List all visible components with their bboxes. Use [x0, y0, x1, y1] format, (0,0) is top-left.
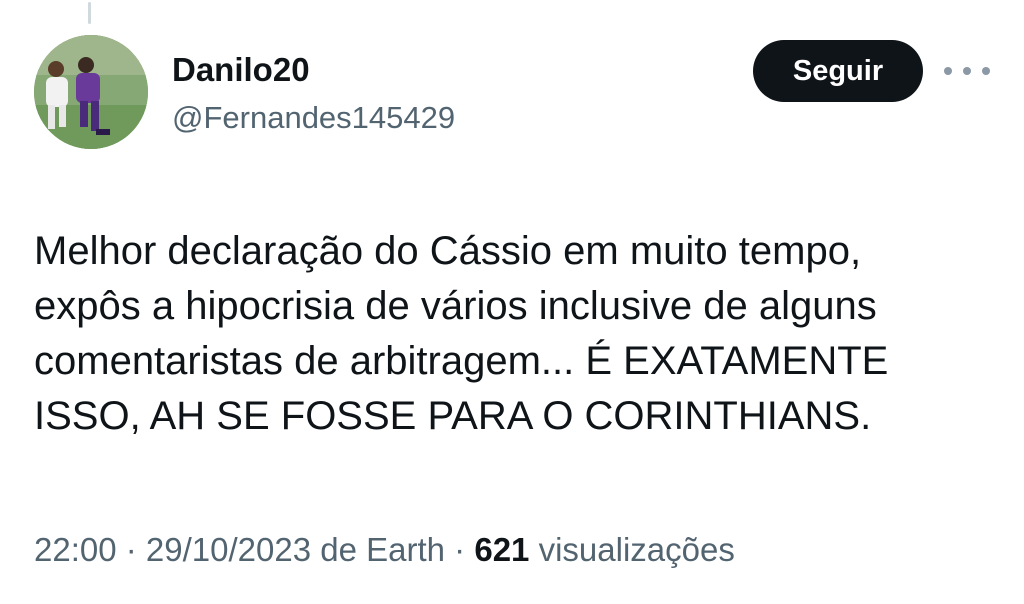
tweet-text-line: Melhor declaração do Cássio em muito tem…: [34, 229, 862, 273]
views-count: 621: [474, 531, 530, 568]
views-label: visualizações: [538, 531, 735, 568]
follow-button[interactable]: Seguir: [753, 40, 923, 102]
tweet-metadata: 22:00 · 29/10/2023 de Earth · 621 visual…: [34, 528, 735, 572]
tweet-text-line: expôs a hipocrisia de vários inclusive d…: [34, 284, 877, 328]
avatar[interactable]: [34, 35, 148, 149]
tweet-date-source[interactable]: 29/10/2023 de Earth: [146, 531, 445, 568]
author-display-name[interactable]: Danilo20: [172, 50, 310, 90]
tweet-time[interactable]: 22:00: [34, 531, 117, 568]
dot-icon: [944, 67, 952, 75]
thread-connector-line: [88, 2, 91, 24]
avatar-soccer-photo: [34, 35, 148, 149]
dot-icon: [982, 67, 990, 75]
meta-separator: ·: [445, 531, 475, 568]
more-options-icon[interactable]: [944, 56, 990, 86]
tweet-text-line: ISSO, AH SE FOSSE PARA O CORINTHIANS.: [34, 394, 872, 438]
author-handle[interactable]: @Fernandes145429: [172, 98, 455, 138]
meta-separator: ·: [116, 531, 146, 568]
dot-icon: [963, 67, 971, 75]
tweet-text: Melhor declaração do Cássio em muito tem…: [34, 224, 994, 444]
tweet-text-line: comentaristas de arbitragem... É EXATAME…: [34, 339, 889, 383]
